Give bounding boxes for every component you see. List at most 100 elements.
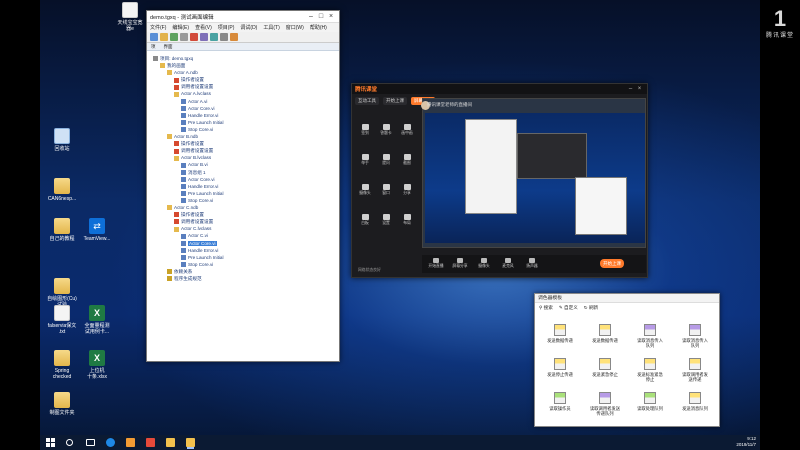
desktop-icon[interactable]: 回收站 — [45, 128, 79, 152]
menu-item[interactable]: 帮助(H) — [310, 24, 327, 31]
palette-item[interactable]: 发送数据传递 — [539, 324, 581, 343]
tree-node[interactable]: Actor B.lvclass — [151, 154, 335, 161]
palette-tool[interactable]: ↻ 刷新 — [584, 305, 598, 311]
tree-node[interactable]: 操作者设置 — [151, 140, 335, 147]
palette-item[interactable]: 发送数据传递 — [584, 324, 626, 343]
tree-node[interactable]: Actor B.ndb — [151, 133, 335, 140]
desktop-icon[interactable]: X 上位机 十条.xlsx — [80, 350, 114, 380]
tree-node[interactable]: Stop Core.vi — [151, 126, 335, 133]
app-icon-red[interactable] — [146, 438, 155, 447]
tree-node[interactable]: Actor B.vi — [151, 161, 335, 168]
settings-icon[interactable] — [220, 33, 228, 41]
live-tool-button[interactable]: 摄像头 — [356, 184, 374, 196]
open-icon[interactable] — [160, 33, 168, 41]
menu-item[interactable]: 工具(T) — [263, 24, 279, 31]
close-icon[interactable]: × — [326, 13, 336, 20]
palette-item[interactable]: 发送消息队列 — [674, 392, 716, 411]
tree-node[interactable]: 调用者设置设置 — [151, 218, 335, 225]
desktop-icon[interactable]: 制图文件夹 — [45, 392, 79, 416]
menu-item[interactable]: 调试(D) — [240, 24, 257, 31]
desktop-icon[interactable]: CAN6nesp... — [45, 178, 79, 202]
live-tool-button[interactable]: 白板 — [356, 214, 374, 226]
close-icon[interactable]: × — [635, 86, 644, 92]
tab[interactable]: 界面 — [164, 44, 173, 50]
tree-node[interactable]: Actor A.lvclass — [151, 90, 335, 97]
palette-panel[interactable]: 调色器模板 ⚲ 搜索 ✎ 自定义 ↻ 刷新 发送数据传递 发送数据传递 读取消息传入 队… — [534, 293, 720, 427]
palette-item[interactable]: 发送标准紧急 停止 — [629, 358, 671, 382]
tree-node[interactable]: Pre Launch Initial — [151, 119, 335, 126]
desktop-icon[interactable]: X 全面量程测 试用例卡... — [80, 305, 114, 335]
tree-node[interactable]: 操作者设置 — [151, 211, 335, 218]
tree-node[interactable]: Handle Error.vi — [151, 247, 335, 254]
tree-node[interactable]: 项目: demo.tgxq — [151, 55, 335, 62]
tree-node[interactable]: Handle Error.vi — [151, 183, 335, 190]
browser-icon[interactable] — [106, 438, 115, 447]
live-class-window[interactable]: 腾讯课堂 – × 互动工具开始上课屏幕分享 签到 答题卡 画中画举手 提问 截图摄像头 窗… — [351, 83, 648, 278]
live-bottom-button[interactable]: 开始直播 — [426, 258, 446, 269]
system-clock[interactable]: 9:12 2019/11/7 — [736, 436, 756, 448]
palette-item[interactable]: 读取消息传入 队列 — [629, 324, 671, 348]
task-view-icon[interactable] — [86, 439, 95, 446]
menu-item[interactable]: 窗口(W) — [286, 24, 304, 31]
tree-node[interactable]: 程序生成规范 — [151, 275, 335, 282]
menu-item[interactable]: 项目(P) — [218, 24, 235, 31]
desktop-icon[interactable]: 自己的教程 — [45, 218, 79, 242]
desktop-icon[interactable]: ⇄ TeamView... — [80, 218, 114, 242]
tree-node[interactable]: 调用者设置设置 — [151, 147, 335, 154]
desktop-icon[interactable]: Spring checked — [45, 350, 79, 380]
tree-node[interactable]: 调用者设置设置 — [151, 83, 335, 90]
live-tool-button[interactable]: 截图 — [398, 154, 416, 166]
desktop-icon[interactable]: falservia保文 .txt — [45, 305, 79, 335]
menu-item[interactable]: 查看(V) — [195, 24, 212, 31]
live-tool-button[interactable]: 分享 — [398, 184, 416, 196]
search-icon[interactable] — [66, 439, 73, 446]
tab[interactable]: 项 — [151, 44, 156, 50]
project-explorer-window[interactable]: demo.tgxq - 测试画面编辑 – □ × 文件(F) 编辑(E) 查看(V)… — [146, 5, 347, 362]
tree-node[interactable]: Actor Core.vi — [151, 239, 335, 246]
desktop-icon[interactable]: 天线宝宝宽 器e — [113, 2, 147, 32]
minimize-icon[interactable]: – — [306, 13, 316, 20]
tree-node[interactable]: 操作者设置 — [151, 76, 335, 83]
palette-item[interactable]: 读取操作员 — [539, 392, 581, 411]
tree-node[interactable]: 我的画面 — [151, 62, 335, 69]
palette-item[interactable]: 发送停止传递 — [539, 358, 581, 377]
live-window-titlebar[interactable]: 腾讯课堂 – × — [352, 84, 647, 94]
live-tool-button[interactable]: 布局 — [398, 214, 416, 226]
palette-item[interactable]: 发送紧急停止 — [584, 358, 626, 377]
minimize-icon[interactable]: – — [626, 86, 635, 92]
tree-node[interactable]: Stop Core.vi — [151, 261, 335, 268]
tree-node[interactable]: Actor A.vi — [151, 98, 335, 105]
live-nav-tab[interactable]: 互动工具 — [355, 97, 379, 105]
live-tool-button[interactable]: 签到 — [356, 124, 374, 136]
tree-node[interactable]: 消息组 1 — [151, 169, 335, 176]
palette-item[interactable]: 读取调用者发送 传递队列 — [584, 392, 626, 416]
palette-tool[interactable]: ✎ 自定义 — [559, 305, 578, 311]
save-icon[interactable] — [170, 33, 178, 41]
live-tool-button[interactable]: 提问 — [377, 154, 395, 166]
start-class-button[interactable]: 开始上课 — [600, 259, 624, 268]
live-bottom-button[interactable]: 屏幕分享 — [450, 258, 470, 269]
tree-node[interactable]: Pre Launch Initial — [151, 190, 335, 197]
labview-icon[interactable] — [186, 438, 195, 447]
palette-item[interactable]: 读取处理队列 — [629, 392, 671, 411]
live-tool-button[interactable]: 举手 — [356, 154, 374, 166]
build-icon[interactable] — [200, 33, 208, 41]
live-tool-button[interactable]: 窗口 — [377, 184, 395, 196]
tree-node[interactable]: Actor Core.vi — [151, 176, 335, 183]
start-icon[interactable] — [46, 438, 55, 447]
live-bottom-button[interactable]: 扬声器 — [522, 258, 542, 269]
delete-icon[interactable] — [190, 33, 198, 41]
live-tool-button[interactable]: 设置 — [377, 214, 395, 226]
run-icon[interactable] — [210, 33, 218, 41]
tree-node[interactable]: Handle Error.vi — [151, 112, 335, 119]
tree-node[interactable]: Pre Launch Initial — [151, 254, 335, 261]
palette-tool[interactable]: ⚲ 搜索 — [539, 305, 553, 311]
tree-node[interactable]: Actor C.lvclass — [151, 225, 335, 232]
tree-node[interactable]: Actor Core.vi — [151, 105, 335, 112]
project-window-titlebar[interactable]: demo.tgxq - 测试画面编辑 – □ × — [147, 11, 339, 23]
palette-item[interactable]: 读取消息传入 队列 — [674, 324, 716, 348]
menu-item[interactable]: 文件(F) — [150, 24, 166, 31]
print-icon[interactable] — [180, 33, 188, 41]
live-tool-button[interactable]: 答题卡 — [377, 124, 395, 136]
tree-node[interactable]: Actor A.ndb — [151, 69, 335, 76]
